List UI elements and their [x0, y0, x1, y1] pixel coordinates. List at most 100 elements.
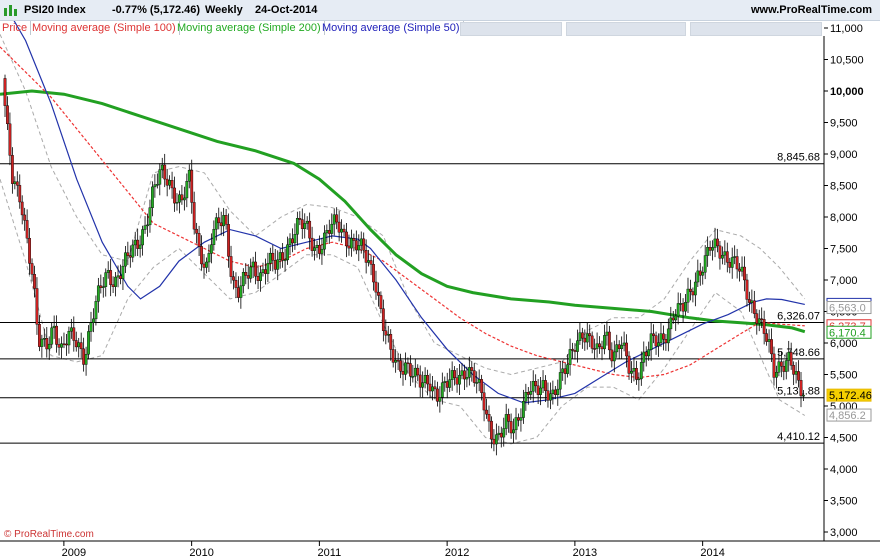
candle-body: [507, 414, 511, 422]
candle-body: [669, 317, 673, 330]
candle-body: [106, 270, 110, 273]
candle-body: [760, 318, 764, 320]
candle-body: [553, 389, 557, 395]
candle-body: [723, 251, 727, 256]
candle-body: [281, 252, 285, 261]
candle-body: [320, 248, 324, 254]
site-link[interactable]: www.ProRealTime.com: [751, 4, 872, 16]
candle-body: [222, 215, 226, 227]
candle-body: [52, 325, 56, 329]
candle-body: [352, 238, 356, 241]
legend-ma200[interactable]: Moving average (Simple 200): [175, 21, 325, 35]
candle-body: [546, 390, 550, 401]
candle-body: [598, 343, 601, 347]
candle-body: [647, 349, 651, 357]
candle-body: [728, 262, 732, 268]
candle-body: [551, 389, 555, 394]
candle-body: [121, 265, 125, 279]
chart-window: 8,845.68 6,326.07 5,748.66 5,131.88 4,410.12…: [0, 0, 880, 560]
price-label-text: 6,563.0: [829, 303, 866, 315]
candle-body: [644, 351, 648, 357]
candle-body: [6, 105, 9, 125]
candle-body: [652, 333, 655, 336]
candle-body: [521, 401, 525, 418]
candle-body: [158, 169, 162, 185]
x-axis-ticks: 2009 2010 2011 2012 2013 2014: [62, 541, 725, 559]
candle-body: [315, 245, 319, 248]
candle-body: [711, 247, 714, 251]
candle-body: [691, 291, 695, 296]
candle-body: [635, 367, 638, 380]
candle-body: [99, 285, 103, 288]
candle-body: [205, 261, 208, 268]
candle-body: [180, 194, 184, 201]
candle-body: [101, 286, 105, 288]
candle-body: [642, 351, 646, 363]
candle-body: [264, 269, 267, 274]
candle-body: [561, 368, 565, 373]
candle-body: [502, 428, 506, 438]
price-chart[interactable]: 8,845.686,326.075,748.665,131.884,410.12…: [0, 0, 880, 560]
candle-body: [797, 371, 800, 381]
candle-body: [573, 350, 577, 352]
candle-body: [593, 348, 597, 350]
candle-body: [89, 322, 93, 332]
x-tick-label: 2009: [62, 547, 86, 559]
candle-body: [765, 333, 769, 342]
candle-body: [541, 380, 545, 389]
candle-body: [74, 340, 78, 348]
candle-body: [18, 185, 22, 203]
candle-body: [50, 327, 54, 345]
candle-body: [241, 272, 245, 287]
candle-body: [350, 238, 353, 249]
candle-body: [453, 370, 457, 378]
candle-body: [492, 438, 496, 445]
candle-body: [750, 300, 754, 303]
candle-body: [426, 375, 429, 385]
candle-body: [504, 414, 508, 429]
legend-placeholder: [460, 22, 562, 36]
candle-body: [583, 337, 587, 343]
candle-body: [777, 361, 781, 373]
candle-body: [246, 275, 250, 279]
candle-body: [725, 251, 729, 263]
candle-body: [151, 186, 154, 208]
candle-body: [632, 367, 636, 372]
candle-body: [332, 214, 336, 225]
candle-body: [335, 214, 339, 223]
legend-price[interactable]: Price: [0, 21, 32, 35]
candle-body: [200, 246, 203, 265]
candle-body: [163, 164, 167, 180]
candle-body: [686, 288, 690, 303]
candle-body: [256, 276, 260, 281]
candle-body: [303, 223, 307, 229]
candle-body: [168, 180, 172, 186]
symbol-name: PSI20 Index: [24, 4, 86, 16]
candle-body: [610, 349, 614, 362]
level-label: 4,410.12: [777, 431, 820, 443]
candle-body: [436, 388, 439, 402]
candle-body: [630, 370, 633, 374]
candle-body: [708, 247, 712, 251]
candle-body: [25, 220, 29, 239]
legend-ma50[interactable]: Moving average (Simple 50): [320, 21, 464, 35]
candle-body: [615, 344, 619, 353]
candle-body: [779, 361, 783, 367]
candle-body: [494, 434, 498, 445]
candle-body: [396, 359, 400, 362]
candle-body: [347, 245, 351, 249]
candle-body: [283, 259, 287, 262]
candle-body: [534, 381, 538, 387]
candle-body: [170, 180, 174, 189]
candle-body: [330, 223, 334, 234]
legend-ma100[interactable]: Moving average (Simple 100): [30, 21, 180, 35]
candle-body: [713, 238, 717, 248]
y-tick-label: 4,000: [830, 464, 858, 476]
candle-body: [212, 229, 216, 245]
candle-body: [657, 342, 660, 347]
candle-body: [718, 245, 722, 259]
candle-body: [440, 382, 444, 398]
candle-body: [509, 421, 513, 434]
candle-body: [755, 313, 759, 324]
candle-body: [794, 371, 798, 375]
